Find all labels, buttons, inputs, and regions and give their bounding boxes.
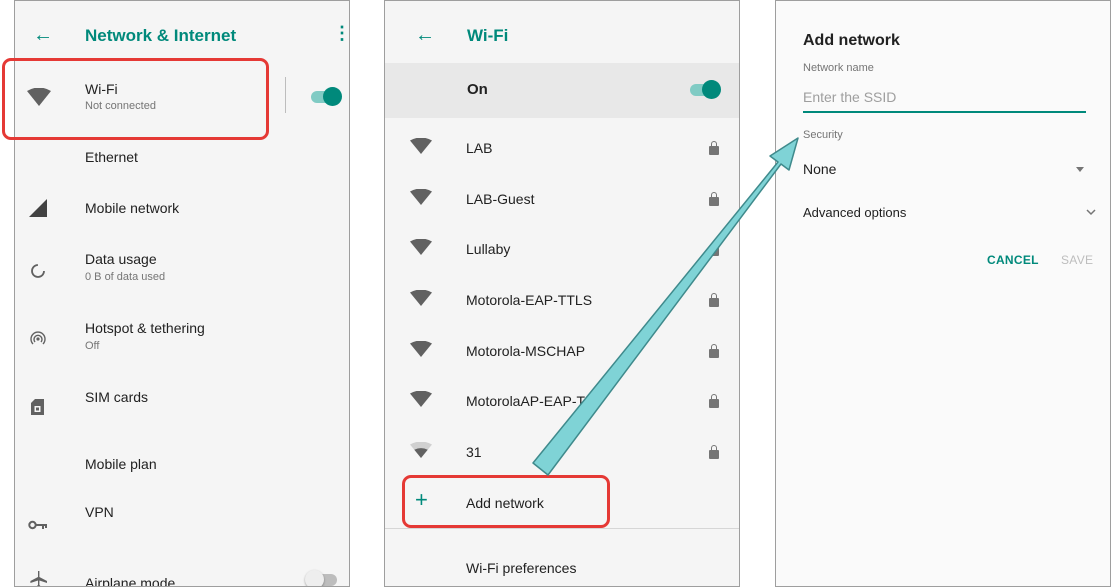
- callout-arrow: [532, 137, 799, 476]
- arrow-shape: [532, 137, 799, 476]
